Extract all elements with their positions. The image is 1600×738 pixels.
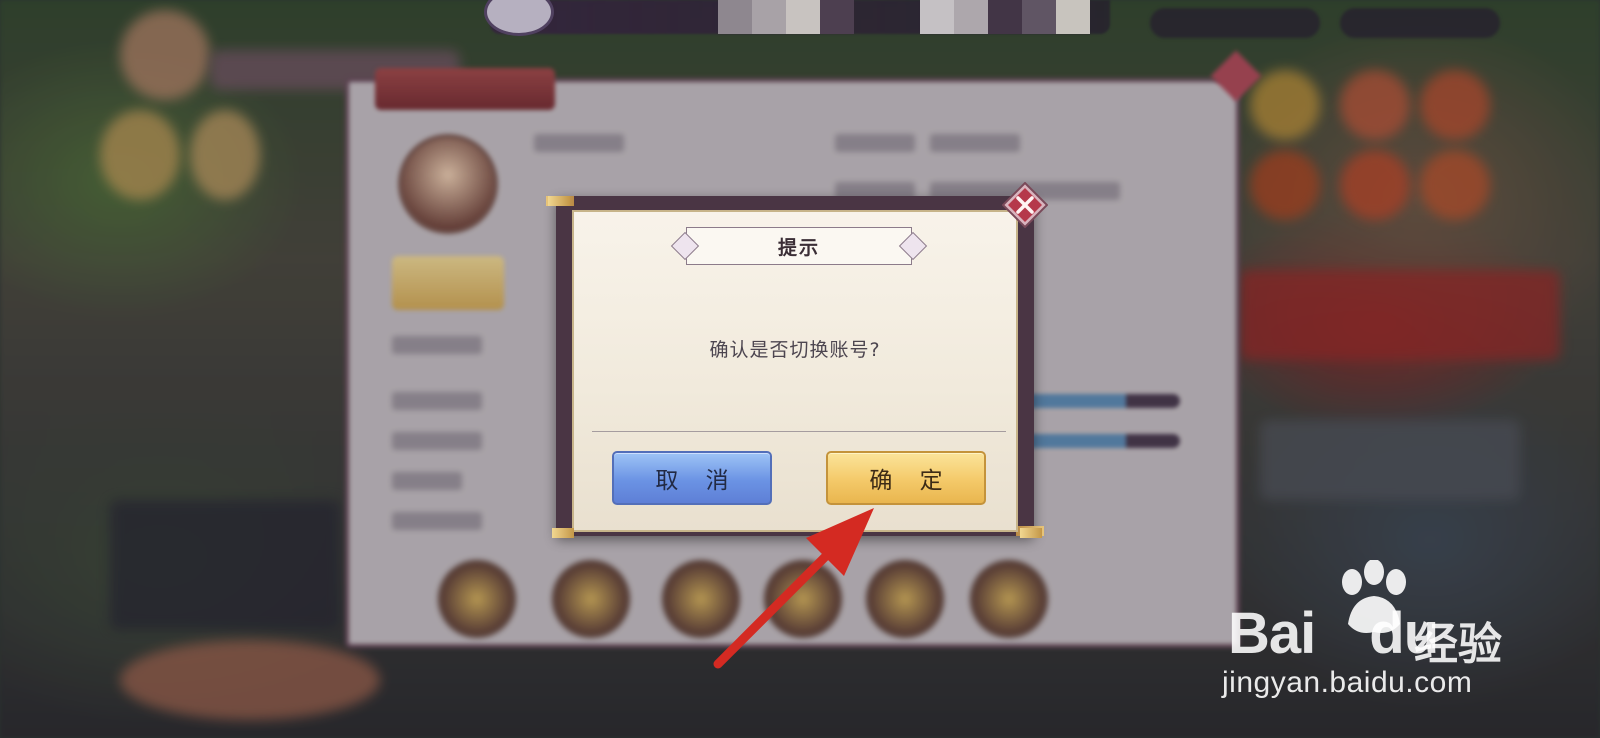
baidu-jingyan-watermark: Bai du 经验 jingyan.baidu.com — [1222, 560, 1528, 700]
paw-icon — [1342, 560, 1406, 633]
watermark-brand-text: Bai — [1228, 601, 1316, 666]
watermark-product: 经验 — [1414, 619, 1502, 670]
watermark-url: jingyan.baidu.com — [1222, 666, 1473, 699]
